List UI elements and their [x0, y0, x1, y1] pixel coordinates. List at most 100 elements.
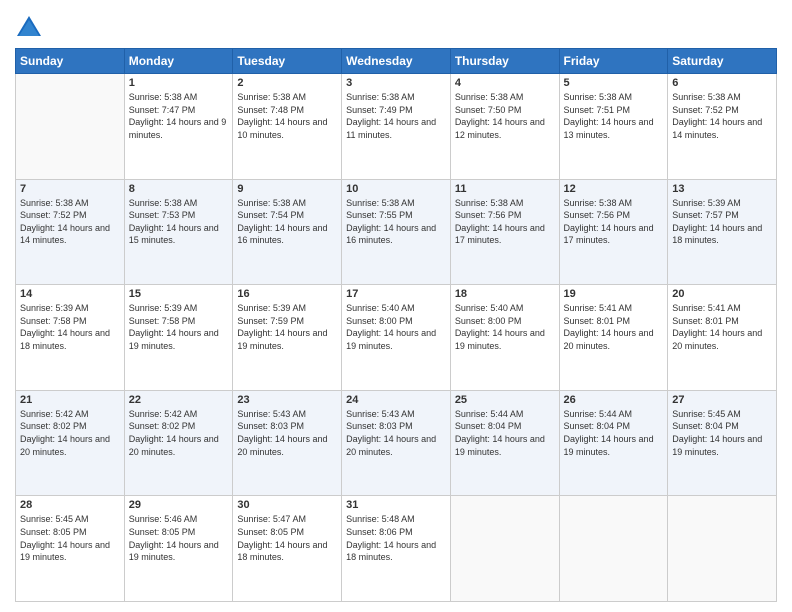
calendar-cell: 1 Sunrise: 5:38 AMSunset: 7:47 PMDaylight… — [124, 74, 233, 180]
cell-details: Sunrise: 5:42 AMSunset: 8:02 PMDaylight:… — [20, 408, 120, 458]
cell-details: Sunrise: 5:38 AMSunset: 7:54 PMDaylight:… — [237, 197, 337, 247]
day-number: 22 — [129, 394, 229, 406]
header — [15, 10, 777, 42]
calendar-cell: 8 Sunrise: 5:38 AMSunset: 7:53 PMDaylight… — [124, 179, 233, 285]
calendar-cell: 21 Sunrise: 5:42 AMSunset: 8:02 PMDayligh… — [16, 390, 125, 496]
day-number: 19 — [564, 288, 664, 300]
calendar-cell: 24 Sunrise: 5:43 AMSunset: 8:03 PMDayligh… — [342, 390, 451, 496]
day-number: 17 — [346, 288, 446, 300]
day-header-monday: Monday — [124, 49, 233, 74]
cell-details: Sunrise: 5:38 AMSunset: 7:48 PMDaylight:… — [237, 91, 337, 141]
cell-details: Sunrise: 5:43 AMSunset: 8:03 PMDaylight:… — [346, 408, 446, 458]
calendar-cell: 17Sunrise: 5:40 AMSunset: 8:00 PMDayligh… — [342, 285, 451, 391]
day-number: 12 — [564, 183, 664, 195]
calendar-cell: 5Sunrise: 5:38 AMSunset: 7:51 PMDaylight… — [559, 74, 668, 180]
calendar-cell: 18Sunrise: 5:40 AMSunset: 8:00 PMDayligh… — [450, 285, 559, 391]
cell-details: Sunrise: 5:45 AMSunset: 8:05 PMDaylight:… — [20, 513, 120, 563]
cell-details: Sunrise: 5:38 AMSunset: 7:53 PMDaylight:… — [129, 197, 229, 247]
day-header-thursday: Thursday — [450, 49, 559, 74]
calendar-cell: 4Sunrise: 5:38 AMSunset: 7:50 PMDaylight… — [450, 74, 559, 180]
cell-details: Sunrise: 5:41 AMSunset: 8:01 PMDaylight:… — [564, 302, 664, 352]
day-number: 26 — [564, 394, 664, 406]
cell-details: Sunrise: 5:41 AMSunset: 8:01 PMDaylight:… — [672, 302, 772, 352]
calendar-week-row: 7 Sunrise: 5:38 AMSunset: 7:52 PMDaylight… — [16, 179, 777, 285]
calendar-cell: 26 Sunrise: 5:44 AMSunset: 8:04 PMDayligh… — [559, 390, 668, 496]
calendar-cell: 10 Sunrise: 5:38 AMSunset: 7:55 PMDayligh… — [342, 179, 451, 285]
calendar-cell: 13 Sunrise: 5:39 AMSunset: 7:57 PMDayligh… — [668, 179, 777, 285]
calendar-cell: 11 Sunrise: 5:38 AMSunset: 7:56 PMDayligh… — [450, 179, 559, 285]
day-number: 8 — [129, 183, 229, 195]
day-number: 25 — [455, 394, 555, 406]
calendar-table: SundayMondayTuesdayWednesdayThursdayFrid… — [15, 48, 777, 602]
calendar-cell: 31Sunrise: 5:48 AMSunset: 8:06 PMDayligh… — [342, 496, 451, 602]
cell-details: Sunrise: 5:45 AMSunset: 8:04 PMDaylight:… — [672, 408, 772, 458]
calendar-cell: 29 Sunrise: 5:46 AMSunset: 8:05 PMDayligh… — [124, 496, 233, 602]
day-number: 6 — [672, 77, 772, 89]
day-number: 7 — [20, 183, 120, 195]
day-number: 28 — [20, 499, 120, 511]
cell-details: Sunrise: 5:38 AMSunset: 7:52 PMDaylight:… — [20, 197, 120, 247]
calendar-cell: 16Sunrise: 5:39 AMSunset: 7:59 PMDayligh… — [233, 285, 342, 391]
day-number: 27 — [672, 394, 772, 406]
calendar-cell: 15 Sunrise: 5:39 AMSunset: 7:58 PMDayligh… — [124, 285, 233, 391]
cell-details: Sunrise: 5:38 AMSunset: 7:56 PMDaylight:… — [564, 197, 664, 247]
day-number: 29 — [129, 499, 229, 511]
cell-details: Sunrise: 5:38 AMSunset: 7:47 PMDaylight:… — [129, 91, 229, 141]
cell-details: Sunrise: 5:47 AMSunset: 8:05 PMDaylight:… — [237, 513, 337, 563]
calendar-cell: 20 Sunrise: 5:41 AMSunset: 8:01 PMDayligh… — [668, 285, 777, 391]
cell-details: Sunrise: 5:39 AMSunset: 7:58 PMDaylight:… — [129, 302, 229, 352]
day-number: 21 — [20, 394, 120, 406]
cell-details: Sunrise: 5:44 AMSunset: 8:04 PMDaylight:… — [564, 408, 664, 458]
calendar-cell: 14 Sunrise: 5:39 AMSunset: 7:58 PMDayligh… — [16, 285, 125, 391]
cell-details: Sunrise: 5:46 AMSunset: 8:05 PMDaylight:… — [129, 513, 229, 563]
cell-details: Sunrise: 5:38 AMSunset: 7:56 PMDaylight:… — [455, 197, 555, 247]
day-header-friday: Friday — [559, 49, 668, 74]
day-number: 14 — [20, 288, 120, 300]
calendar-cell: 22 Sunrise: 5:42 AMSunset: 8:02 PMDayligh… — [124, 390, 233, 496]
calendar-cell: 6 Sunrise: 5:38 AMSunset: 7:52 PMDaylight… — [668, 74, 777, 180]
calendar-cell — [559, 496, 668, 602]
day-number: 2 — [237, 77, 337, 89]
day-number: 1 — [129, 77, 229, 89]
day-number: 11 — [455, 183, 555, 195]
calendar-cell: 12 Sunrise: 5:38 AMSunset: 7:56 PMDayligh… — [559, 179, 668, 285]
calendar-cell — [668, 496, 777, 602]
day-number: 13 — [672, 183, 772, 195]
day-header-tuesday: Tuesday — [233, 49, 342, 74]
day-number: 4 — [455, 77, 555, 89]
calendar-week-row: 14 Sunrise: 5:39 AMSunset: 7:58 PMDayligh… — [16, 285, 777, 391]
day-number: 10 — [346, 183, 446, 195]
day-number: 3 — [346, 77, 446, 89]
calendar-week-row: 28 Sunrise: 5:45 AMSunset: 8:05 PMDayligh… — [16, 496, 777, 602]
cell-details: Sunrise: 5:39 AMSunset: 7:57 PMDaylight:… — [672, 197, 772, 247]
page: SundayMondayTuesdayWednesdayThursdayFrid… — [0, 0, 792, 612]
calendar-cell: 25 Sunrise: 5:44 AMSunset: 8:04 PMDayligh… — [450, 390, 559, 496]
calendar-week-row: 21 Sunrise: 5:42 AMSunset: 8:02 PMDayligh… — [16, 390, 777, 496]
cell-details: Sunrise: 5:48 AMSunset: 8:06 PMDaylight:… — [346, 513, 446, 563]
calendar-cell — [16, 74, 125, 180]
cell-details: Sunrise: 5:38 AMSunset: 7:49 PMDaylight:… — [346, 91, 446, 141]
cell-details: Sunrise: 5:42 AMSunset: 8:02 PMDaylight:… — [129, 408, 229, 458]
day-number: 15 — [129, 288, 229, 300]
day-header-saturday: Saturday — [668, 49, 777, 74]
calendar-cell: 27 Sunrise: 5:45 AMSunset: 8:04 PMDayligh… — [668, 390, 777, 496]
day-number: 9 — [237, 183, 337, 195]
calendar-cell: 3 Sunrise: 5:38 AMSunset: 7:49 PMDaylight… — [342, 74, 451, 180]
calendar-header-row: SundayMondayTuesdayWednesdayThursdayFrid… — [16, 49, 777, 74]
calendar-cell — [450, 496, 559, 602]
day-number: 5 — [564, 77, 664, 89]
day-number: 23 — [237, 394, 337, 406]
cell-details: Sunrise: 5:44 AMSunset: 8:04 PMDaylight:… — [455, 408, 555, 458]
calendar-cell: 30Sunrise: 5:47 AMSunset: 8:05 PMDayligh… — [233, 496, 342, 602]
day-number: 24 — [346, 394, 446, 406]
calendar-cell: 2 Sunrise: 5:38 AMSunset: 7:48 PMDaylight… — [233, 74, 342, 180]
day-number: 18 — [455, 288, 555, 300]
cell-details: Sunrise: 5:38 AMSunset: 7:55 PMDaylight:… — [346, 197, 446, 247]
calendar-cell: 7 Sunrise: 5:38 AMSunset: 7:52 PMDaylight… — [16, 179, 125, 285]
cell-details: Sunrise: 5:38 AMSunset: 7:52 PMDaylight:… — [672, 91, 772, 141]
day-number: 20 — [672, 288, 772, 300]
cell-details: Sunrise: 5:39 AMSunset: 7:58 PMDaylight:… — [20, 302, 120, 352]
day-header-wednesday: Wednesday — [342, 49, 451, 74]
calendar-cell: 9 Sunrise: 5:38 AMSunset: 7:54 PMDaylight… — [233, 179, 342, 285]
day-number: 16 — [237, 288, 337, 300]
